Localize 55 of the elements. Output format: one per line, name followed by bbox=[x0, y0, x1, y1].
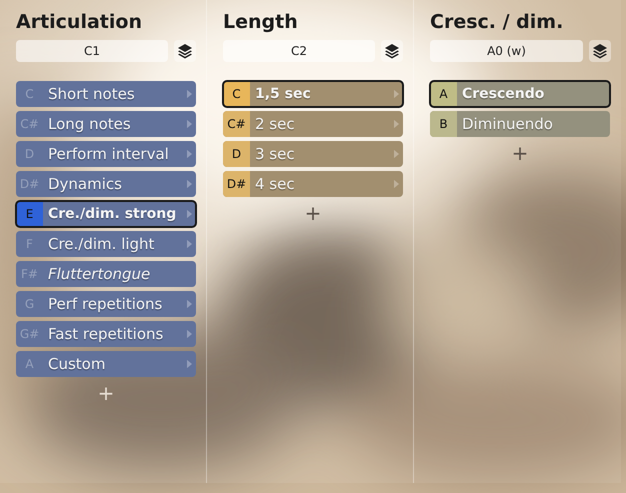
slot-label: Short notes bbox=[47, 85, 136, 103]
slot-label: Fast repetitions bbox=[47, 325, 164, 343]
arrow-icon[interactable] bbox=[187, 299, 192, 309]
articulation-slot[interactable]: E Cre./dim. strong bbox=[16, 201, 196, 227]
layers-icon[interactable] bbox=[381, 40, 403, 62]
key-label: D# bbox=[223, 171, 250, 197]
arrow-icon[interactable] bbox=[394, 149, 399, 159]
layers-icon[interactable] bbox=[589, 40, 611, 62]
articulation-slot[interactable]: C# 2 sec bbox=[223, 111, 403, 137]
add-button[interactable]: + bbox=[430, 141, 610, 165]
articulation-slot[interactable]: B Diminuendo bbox=[430, 111, 610, 137]
add-button[interactable]: + bbox=[16, 381, 196, 405]
arrow-icon[interactable] bbox=[187, 359, 192, 369]
articulation-slot[interactable]: A Crescendo bbox=[430, 81, 610, 107]
slot-label: Custom bbox=[47, 355, 106, 373]
arrow-icon[interactable] bbox=[394, 179, 399, 189]
arrow-icon[interactable] bbox=[187, 179, 192, 189]
slot-label: Perf repetitions bbox=[47, 295, 164, 313]
slot-label: Perform interval bbox=[47, 145, 170, 163]
key-label: A bbox=[430, 81, 457, 107]
articulation-slot[interactable]: D 3 sec bbox=[223, 141, 403, 167]
column-title: Length bbox=[223, 10, 299, 35]
slot-label: 2 sec bbox=[254, 115, 296, 133]
slot-label: Cre./dim. strong bbox=[47, 206, 178, 222]
slot-label: Fluttertongue bbox=[47, 265, 152, 283]
slot-label: Diminuendo bbox=[461, 115, 554, 133]
key-label: B bbox=[430, 111, 457, 137]
key-label: C# bbox=[223, 111, 250, 137]
column-title: Cresc. / dim. bbox=[430, 10, 564, 35]
key-selector[interactable]: C1 bbox=[16, 40, 168, 62]
arrow-icon[interactable] bbox=[394, 89, 399, 99]
key-selector[interactable]: A0 (w) bbox=[430, 40, 583, 62]
key-label: E bbox=[16, 201, 43, 227]
slot-label: Cre./dim. light bbox=[47, 235, 156, 253]
arrow-icon[interactable] bbox=[187, 89, 192, 99]
arrow-icon[interactable] bbox=[187, 329, 192, 339]
arrow-icon[interactable] bbox=[187, 209, 192, 219]
arrow-icon[interactable] bbox=[187, 119, 192, 129]
slot-label: 1,5 sec bbox=[254, 86, 312, 102]
arrow-icon[interactable] bbox=[187, 239, 192, 249]
slot-label: Dynamics bbox=[47, 175, 123, 193]
slot-label: 3 sec bbox=[254, 145, 296, 163]
arrow-icon[interactable] bbox=[394, 119, 399, 129]
arrow-icon[interactable] bbox=[187, 149, 192, 159]
key-label: C bbox=[223, 81, 250, 107]
key-selector[interactable]: C2 bbox=[223, 40, 375, 62]
slot-label: Long notes bbox=[47, 115, 132, 133]
key-label: D bbox=[223, 141, 250, 167]
articulation-slot[interactable]: C 1,5 sec bbox=[223, 81, 403, 107]
add-button[interactable]: + bbox=[223, 201, 403, 225]
column-title: Articulation bbox=[16, 10, 143, 35]
slot-label: Crescendo bbox=[461, 86, 546, 102]
layers-icon[interactable] bbox=[174, 40, 196, 62]
slot-label: 4 sec bbox=[254, 175, 296, 193]
articulation-slot[interactable]: D# 4 sec bbox=[223, 171, 403, 197]
